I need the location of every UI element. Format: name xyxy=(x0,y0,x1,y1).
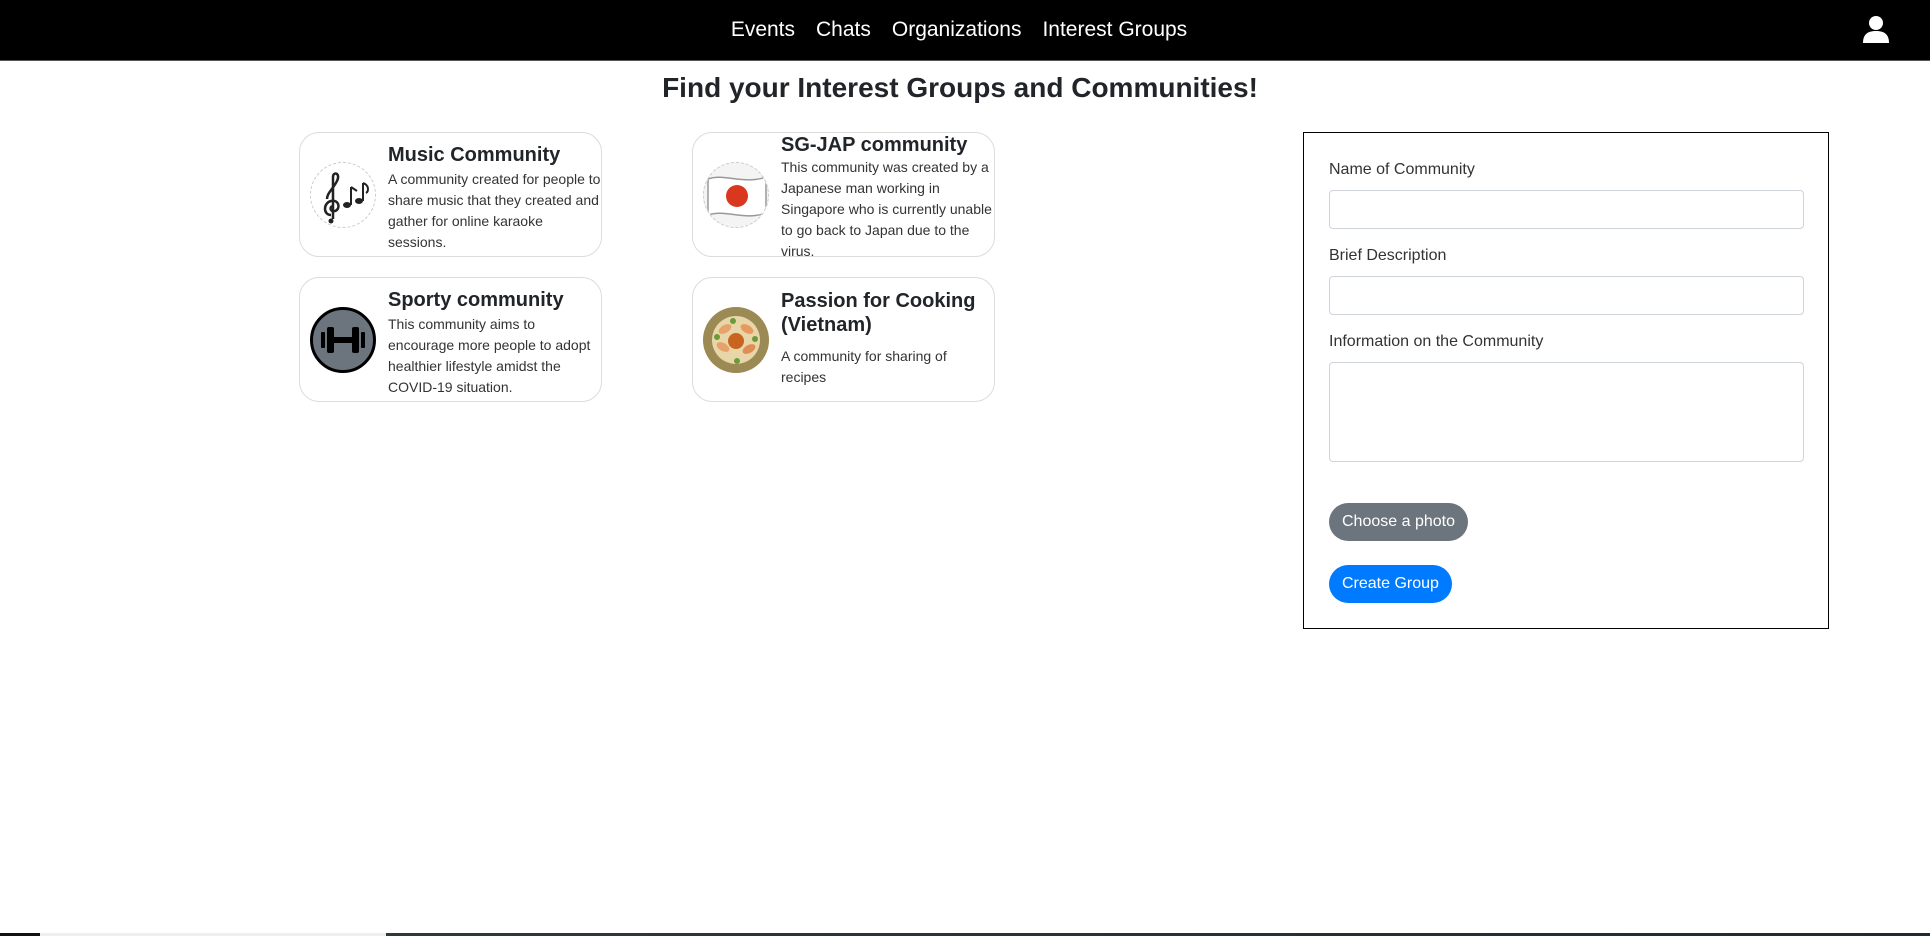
dumbbell-icon xyxy=(310,307,376,373)
community-description: A community created for people to share … xyxy=(388,171,601,250)
nav-link-events[interactable]: Events xyxy=(731,18,795,42)
community-description: This community aims to encourage more pe… xyxy=(388,316,591,395)
user-profile-icon[interactable] xyxy=(1862,15,1890,43)
choose-photo-button[interactable]: Choose a photo xyxy=(1329,503,1468,541)
community-name: Passion for Cooking (Vietnam) xyxy=(781,290,976,336)
food-plate-icon xyxy=(703,307,769,373)
community-card-music[interactable]: Music Community A community created for … xyxy=(299,132,602,257)
nav-link-organizations[interactable]: Organizations xyxy=(892,18,1022,42)
nav-link-chats[interactable]: Chats xyxy=(816,18,871,42)
community-description: A community for sharing of recipes xyxy=(781,348,947,385)
music-notes-icon xyxy=(310,162,376,228)
community-description: This community was created by a Japanese… xyxy=(781,159,992,257)
community-information-textarea[interactable] xyxy=(1329,362,1804,462)
community-name: Music Community xyxy=(388,144,561,166)
name-of-community-label: Name of Community xyxy=(1329,161,1475,178)
nav-links: Events Chats Organizations Interest Grou… xyxy=(0,0,1930,60)
brief-description-input[interactable] xyxy=(1329,276,1804,315)
page-title: Find your Interest Groups and Communitie… xyxy=(662,72,1258,103)
community-card-sg-jap[interactable]: SG-JAP community This community was crea… xyxy=(692,132,995,257)
community-name: SG-JAP community xyxy=(781,134,968,156)
top-navbar: Events Chats Organizations Interest Grou… xyxy=(0,0,1930,61)
community-card-sporty[interactable]: Sporty community This community aims to … xyxy=(299,277,602,402)
community-information-label: Information on the Community xyxy=(1329,333,1544,350)
nav-link-interest-groups[interactable]: Interest Groups xyxy=(1042,18,1187,42)
community-name: Sporty community xyxy=(388,289,564,311)
japan-flag-icon xyxy=(703,162,769,228)
name-of-community-input[interactable] xyxy=(1329,190,1804,229)
create-group-form: Name of Community Brief Description Info… xyxy=(1303,132,1829,629)
brief-description-label: Brief Description xyxy=(1329,247,1447,264)
create-group-button[interactable]: Create Group xyxy=(1329,565,1452,603)
community-card-cooking[interactable]: Passion for Cooking (Vietnam) A communit… xyxy=(692,277,995,402)
